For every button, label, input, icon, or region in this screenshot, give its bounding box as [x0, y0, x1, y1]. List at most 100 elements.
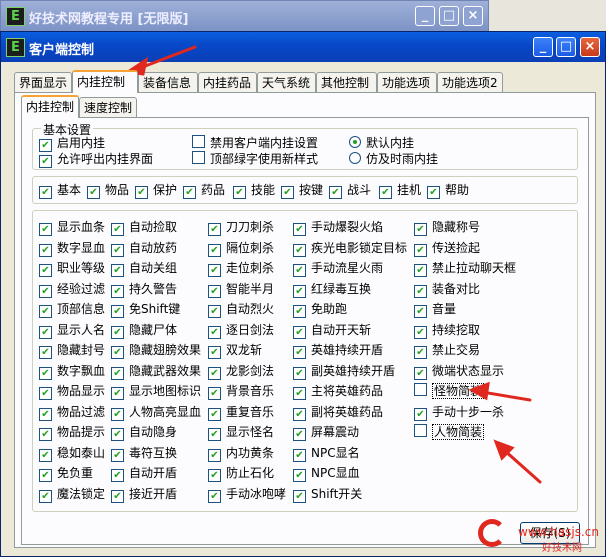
feature-option[interactable]: ✔ 禁止交易 — [414, 342, 480, 359]
feature-option[interactable]: ✔ 微端状态显示 — [414, 363, 504, 380]
feature-option[interactable]: ✔ 物品显示 — [39, 383, 105, 400]
feature-option[interactable]: ✔ 疾光电影锁定目标 — [293, 240, 407, 257]
feature-option[interactable]: ✔ 免助跑 — [293, 301, 347, 318]
feature-option[interactable]: ✔ 持续挖取 — [414, 322, 480, 339]
feature-option[interactable]: ✔ 顶部信息 — [39, 301, 105, 318]
feature-option[interactable]: ✔ 音量 — [414, 301, 456, 318]
checkbox[interactable]: ✔ — [111, 305, 124, 318]
feature-option[interactable]: ✔ 副英雄持续开盾 — [293, 363, 395, 380]
checkbox[interactable]: ✔ — [208, 489, 221, 503]
feature-option[interactable]: ✔ 自动捡取 — [111, 219, 177, 236]
checkbox[interactable]: ✔ — [39, 448, 52, 462]
feature-option[interactable]: ✔ 持久警告 — [111, 281, 177, 298]
checkbox[interactable]: ✔ — [208, 284, 221, 298]
checkbox[interactable]: ✔ — [111, 469, 124, 482]
feature-option[interactable]: ✔ 隐藏称号 — [414, 219, 480, 236]
category-option[interactable]: ✔ 挂机 — [379, 182, 421, 199]
feature-option[interactable]: ✔ 背景音乐 — [208, 383, 274, 400]
feature-option[interactable]: ✔ 隐藏翅膀效果 — [111, 342, 201, 359]
category-option[interactable]: ✔ 帮助 — [427, 182, 469, 199]
feature-option[interactable]: ✔ 隐藏封号 — [39, 342, 105, 359]
feature-option[interactable]: ✔ 隐藏武器效果 — [111, 363, 201, 380]
close-button[interactable]: × — [463, 6, 483, 26]
feature-option[interactable]: ✔ 接近开盾 — [111, 486, 177, 503]
category-option[interactable]: ✔ 药品 — [183, 182, 225, 199]
checkbox[interactable]: ✔ — [293, 387, 306, 400]
checkbox[interactable]: ✔ — [39, 243, 52, 257]
feature-option[interactable]: ✔ 隔位刺杀 — [208, 240, 274, 257]
feature-option[interactable]: ✔ 手动爆裂火焰 — [293, 219, 383, 236]
checkbox[interactable]: ✔ — [111, 284, 124, 298]
checkbox[interactable]: ✔ — [293, 325, 306, 339]
checkbox[interactable]: ✔ — [208, 223, 221, 236]
feature-option[interactable]: ✔ 显示人名 — [39, 322, 105, 339]
checkbox[interactable]: ✔ — [427, 186, 440, 199]
feature-option[interactable]: ✔ 红绿毒互换 — [293, 281, 371, 298]
tab-equipment-info[interactable]: 装备信息 — [138, 72, 198, 92]
checkbox[interactable]: ✔ — [39, 469, 52, 482]
category-option[interactable]: ✔ 技能 — [233, 182, 275, 199]
feature-option[interactable]: ✔ 自动关组 — [111, 260, 177, 277]
tab-other-control[interactable]: 其他控制 — [316, 72, 377, 92]
category-option[interactable]: ✔ 物品 — [87, 182, 129, 199]
allow-open-plugin-ui-option[interactable]: ✔ 允许呼出内挂界面 — [39, 151, 153, 168]
checkbox[interactable]: ✔ — [293, 264, 306, 277]
feature-option[interactable]: ✔ 双龙斩 — [208, 342, 262, 359]
checkbox[interactable]: ✔ — [208, 448, 221, 462]
feature-option[interactable]: ✔ Shift开关 — [293, 486, 362, 503]
checkbox[interactable]: ✔ — [208, 305, 221, 318]
checkbox[interactable]: ✔ — [39, 489, 52, 503]
feature-option[interactable]: ✔ 智能半月 — [208, 281, 274, 298]
subtab-speed-control[interactable]: 速度控制 — [79, 97, 137, 117]
close-button[interactable]: × — [580, 37, 600, 57]
checkbox[interactable]: ✔ — [39, 346, 52, 359]
checkbox[interactable]: ✔ — [293, 223, 306, 236]
checkbox[interactable]: ✔ — [208, 366, 221, 380]
checkbox[interactable]: ✔ — [111, 223, 124, 236]
checkbox[interactable]: ✔ — [111, 428, 124, 441]
feature-option[interactable]: ✔ NPC显血 — [293, 465, 360, 482]
checkbox[interactable]: ✔ — [208, 346, 221, 359]
feature-option[interactable]: ✔ NPC显名 — [293, 445, 360, 462]
feature-option[interactable]: ✔ 防止石化 — [208, 465, 274, 482]
feature-option[interactable]: ✔ 自动开盾 — [111, 465, 177, 482]
feature-option[interactable]: ✔ 物品过滤 — [39, 404, 105, 421]
checkbox[interactable] — [192, 135, 205, 148]
checkbox[interactable]: ✔ — [281, 186, 294, 199]
feature-option[interactable]: ✔ 显示怪名 — [208, 424, 274, 441]
checkbox[interactable]: ✔ — [293, 284, 306, 298]
category-option[interactable]: ✔ 按键 — [281, 182, 323, 199]
checkbox[interactable]: ✔ — [208, 469, 221, 482]
feature-option[interactable]: ✔ 主将英雄药品 — [293, 383, 383, 400]
checkbox[interactable]: ✔ — [208, 243, 221, 257]
checkbox[interactable]: ✔ — [39, 284, 52, 298]
checkbox[interactable]: ✔ — [293, 489, 306, 503]
checkbox[interactable]: ✔ — [208, 264, 221, 277]
tab-weather-system[interactable]: 天气系统 — [257, 72, 316, 92]
feature-option[interactable]: ✔ 稳如泰山 — [39, 445, 105, 462]
checkbox[interactable]: ✔ — [414, 346, 427, 359]
checkbox[interactable]: ✔ — [111, 489, 124, 503]
feature-option[interactable]: ✔ 手动冰咆哮 — [208, 486, 286, 503]
tab-function-options-2[interactable]: 功能选项2 — [437, 72, 503, 92]
category-option[interactable]: ✔ 战斗 — [329, 182, 371, 199]
tab-interface-display[interactable]: 界面显示 — [14, 72, 72, 92]
checkbox[interactable]: ✔ — [414, 407, 427, 421]
feature-option[interactable]: ✔ 魔法锁定 — [39, 486, 105, 503]
checkbox[interactable]: ✔ — [293, 469, 306, 482]
checkbox[interactable]: ✔ — [111, 346, 124, 359]
checkbox[interactable]: ✔ — [208, 325, 221, 339]
checkbox[interactable]: ✔ — [329, 186, 342, 199]
checkbox[interactable]: ✔ — [293, 428, 306, 441]
tab-function-options[interactable]: 功能选项 — [377, 72, 437, 92]
feature-option[interactable]: ✔ 数字显血 — [39, 240, 105, 257]
checkbox[interactable]: ✔ — [293, 366, 306, 380]
checkbox[interactable]: ✔ — [111, 448, 124, 462]
checkbox[interactable]: ✔ — [293, 448, 306, 462]
feature-option[interactable]: ✔ 数字飘血 — [39, 363, 105, 380]
checkbox[interactable]: ✔ — [293, 305, 306, 318]
checkbox[interactable]: ✔ — [111, 243, 124, 257]
maximize-button[interactable]: □ — [556, 37, 576, 57]
checkbox[interactable]: ✔ — [414, 284, 427, 298]
feature-option[interactable]: ✔ 手动流星火雨 — [293, 260, 383, 277]
